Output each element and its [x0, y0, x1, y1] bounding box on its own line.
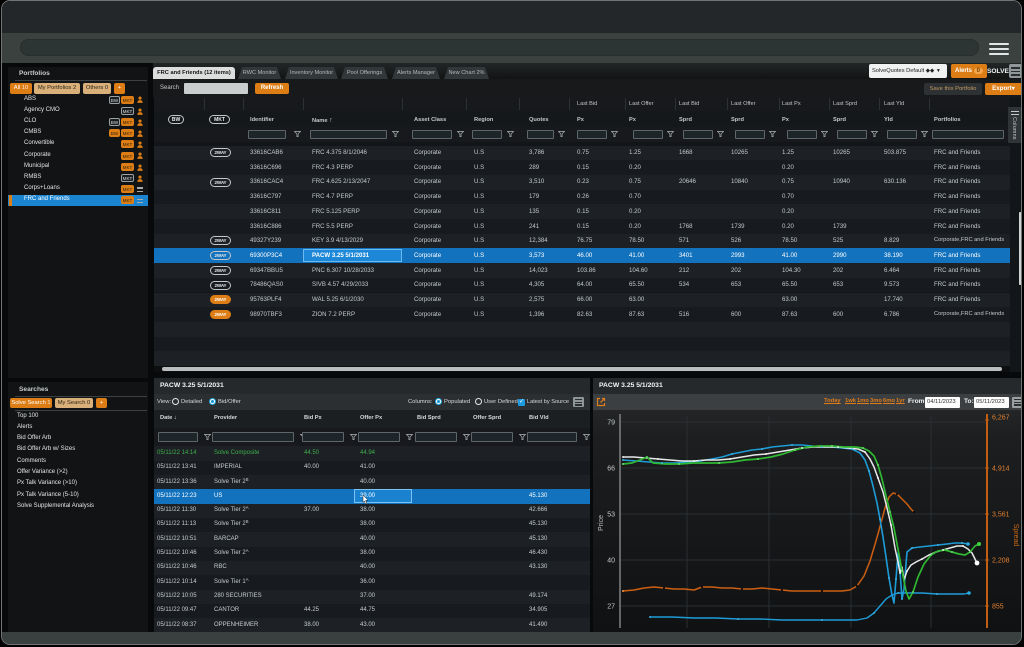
svg-text:6,267: 6,267	[992, 415, 1010, 422]
svg-text:855: 855	[992, 604, 1004, 611]
svg-text:66: 66	[607, 466, 615, 473]
svg-text:3,561: 3,561	[992, 512, 1010, 519]
svg-text:Price: Price	[598, 515, 605, 531]
svg-text:4,914: 4,914	[992, 466, 1010, 473]
svg-text:27: 27	[607, 604, 615, 611]
svg-text:79: 79	[607, 420, 615, 427]
svg-text:40: 40	[607, 558, 615, 565]
svg-text:2,208: 2,208	[992, 558, 1010, 565]
svg-text:Spread: Spread	[1012, 524, 1019, 547]
svg-text:53: 53	[607, 512, 615, 519]
